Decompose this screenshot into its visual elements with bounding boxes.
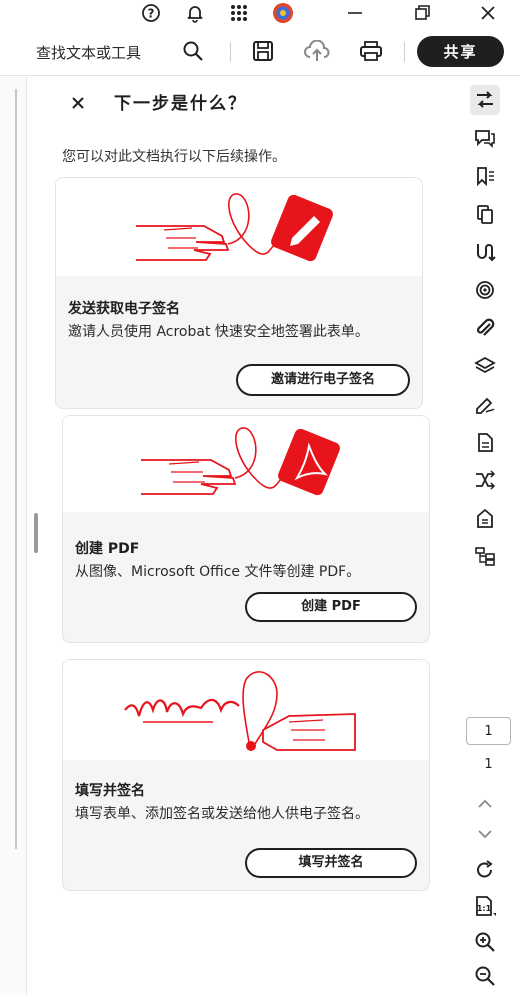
fill-and-sign-button[interactable]: 填写并签名 — [245, 848, 417, 878]
page-number-input[interactable]: 1 — [466, 717, 511, 745]
export-icon[interactable] — [470, 427, 500, 457]
fill-sign-illustration — [63, 660, 429, 760]
fill-and-sign-card: 填写并签名 填写表单、添加签名或发送给他人供电子签名。 填写并签名 — [62, 659, 430, 891]
svg-text:?: ? — [148, 7, 155, 21]
panel-title: 下一步是什么？ — [114, 94, 247, 114]
close-icon[interactable] — [68, 93, 88, 113]
card-title: 发送获取电子签名 — [68, 301, 180, 317]
page-total: 1 — [484, 757, 493, 772]
panel-scrollbar-thumb[interactable] — [34, 513, 38, 553]
card-description: 填写表单、添加签名或发送给他人供电子签名。 — [75, 806, 369, 822]
request-signature-card: 发送获取电子签名 邀请人员使用 Acrobat 快速安全地签署此表单。 邀请进行… — [55, 177, 423, 409]
request-signature-button[interactable]: 邀请进行电子签名 — [236, 364, 410, 396]
close-window-icon[interactable] — [476, 2, 500, 24]
pages-icon[interactable] — [470, 199, 500, 229]
card-title: 填写并签名 — [75, 783, 145, 799]
compare-icon[interactable] — [470, 465, 500, 495]
minimize-icon[interactable] — [343, 2, 367, 24]
sign-icon[interactable] — [470, 389, 500, 419]
next-steps-panel: 下一步是什么？ 您可以对此文档执行以下后续操作。 发送获取电子签名 邀请人员使用… — [28, 77, 456, 995]
card-description: 邀请人员使用 Acrobat 快速安全地签署此表单。 — [68, 324, 369, 340]
cloud-upload-icon[interactable] — [304, 39, 330, 63]
next-steps-icon[interactable] — [470, 85, 500, 115]
rotate-icon[interactable] — [470, 855, 500, 885]
combine-icon[interactable] — [470, 237, 500, 267]
card-description: 从图像、Microsoft Office 文件等创建 PDF。 — [75, 564, 361, 580]
create-pdf-illustration — [63, 416, 429, 512]
right-tool-rail: 1 1 1:1 — [456, 77, 520, 995]
create-pdf-card: 创建 PDF 从图像、Microsoft Office 文件等创建 PDF。 创… — [62, 415, 430, 643]
save-icon[interactable] — [250, 39, 276, 63]
scan-icon[interactable] — [470, 503, 500, 533]
signature-illustration — [56, 178, 422, 276]
left-rail-scrollbar[interactable] — [15, 89, 17, 849]
left-navigation-rail — [0, 77, 27, 995]
comment-icon[interactable] — [470, 123, 500, 153]
chevron-up-icon[interactable] — [470, 789, 500, 819]
window-titlebar: ? — [0, 0, 520, 26]
print-icon[interactable] — [358, 39, 384, 63]
search-icon[interactable] — [180, 39, 206, 63]
fit-page-icon[interactable]: 1:1 — [470, 891, 500, 921]
card-title: 创建 PDF — [75, 541, 140, 557]
restore-icon[interactable] — [410, 2, 434, 24]
create-pdf-button[interactable]: 创建 PDF — [245, 592, 417, 622]
card-body: 填写并签名 填写表单、添加签名或发送给他人供电子签名。 填写并签名 — [63, 760, 429, 890]
bookmark-icon[interactable] — [470, 161, 500, 191]
search-field[interactable]: 查找文本或工具 — [36, 42, 141, 63]
layers-icon[interactable] — [470, 351, 500, 381]
zoom-in-icon[interactable] — [470, 927, 500, 957]
zoom-out-icon[interactable] — [470, 961, 500, 991]
panel-subtitle: 您可以对此文档执行以下后续操作。 — [62, 149, 286, 165]
profile-avatar[interactable] — [271, 2, 295, 24]
attachment-icon[interactable] — [470, 313, 500, 343]
svg-text:1:1: 1:1 — [477, 904, 492, 913]
organize-icon[interactable] — [470, 541, 500, 571]
main-toolbar: 查找文本或工具 共享 — [0, 26, 520, 76]
chevron-down-icon[interactable] — [470, 819, 500, 849]
help-icon[interactable]: ? — [139, 2, 163, 24]
share-button[interactable]: 共享 — [417, 36, 504, 67]
toolbar-divider — [230, 42, 231, 62]
notification-bell-icon[interactable] — [183, 2, 207, 24]
card-body: 发送获取电子签名 邀请人员使用 Acrobat 快速安全地签署此表单。 邀请进行… — [56, 276, 422, 408]
redact-icon[interactable] — [470, 275, 500, 305]
toolbar-divider — [404, 42, 405, 62]
apps-grid-icon[interactable] — [227, 2, 251, 24]
card-body: 创建 PDF 从图像、Microsoft Office 文件等创建 PDF。 创… — [63, 512, 429, 642]
